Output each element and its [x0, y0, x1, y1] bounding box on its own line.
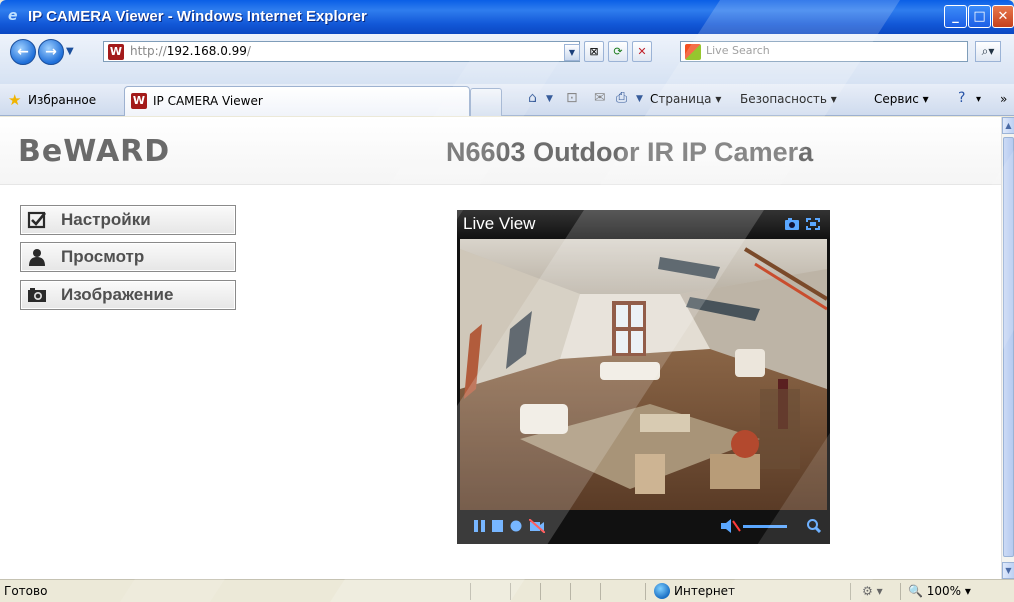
- player-title: Live View: [463, 214, 536, 233]
- minimize-button[interactable]: _: [944, 5, 967, 28]
- record-icon[interactable]: [510, 520, 522, 532]
- camera-title: N6603 Outdoor IR IP Camera: [446, 137, 814, 167]
- help-dropdown-icon[interactable]: ▾: [976, 94, 981, 105]
- new-tab-button[interactable]: [470, 88, 502, 116]
- scroll-thumb[interactable]: [1003, 137, 1014, 557]
- view-button[interactable]: Просмотр: [20, 242, 236, 272]
- status-divider: [645, 583, 646, 600]
- zone-label: Интернет: [674, 584, 736, 598]
- checkbox-icon: [27, 211, 47, 229]
- page-menu[interactable]: Страница ▾: [650, 92, 721, 106]
- status-divider: [540, 583, 541, 600]
- internet-zone-icon: [654, 583, 670, 599]
- zoom-control[interactable]: 🔍 100% ▾: [908, 584, 971, 598]
- back-button[interactable]: ←: [10, 39, 36, 65]
- help-icon[interactable]: ?: [958, 90, 965, 106]
- favorites-button[interactable]: Избранное: [28, 93, 96, 107]
- safety-menu[interactable]: Безопасность ▾: [740, 92, 837, 106]
- status-divider: [510, 583, 511, 600]
- address-input[interactable]: W http://192.168.0.99/: [103, 41, 580, 62]
- scroll-up-icon[interactable]: ▲: [1002, 117, 1014, 134]
- scroll-down-icon[interactable]: ▼: [1002, 562, 1014, 579]
- tab-row: ★ Избранное W IP CAMERA Viewer ⌂ ▼ ⊡ ✉ ⎙…: [0, 84, 1014, 116]
- page-header: BeWARD N6603 Outdoor IR IP Camera: [0, 117, 1001, 185]
- browser-window: e IP CAMERA Viewer - Windows Internet Ex…: [0, 0, 1014, 602]
- tools-menu[interactable]: Сервис ▾: [874, 92, 929, 106]
- forward-button[interactable]: →: [38, 39, 64, 65]
- image-button[interactable]: Изображение: [20, 280, 236, 310]
- image-label: Изображение: [61, 285, 174, 304]
- stop-icon[interactable]: [492, 520, 503, 532]
- fullscreen-icon[interactable]: [806, 218, 820, 230]
- zoom-icon[interactable]: [807, 519, 821, 533]
- view-label: Просмотр: [61, 247, 145, 266]
- page-content: BeWARD N6603 Outdoor IR IP Camera Настро…: [0, 117, 1001, 579]
- feeds-icon[interactable]: ⊡: [566, 90, 578, 106]
- refresh-button[interactable]: ⟳: [608, 41, 628, 62]
- mute-video-icon[interactable]: [529, 519, 545, 533]
- address-dropdown-button[interactable]: ▼: [564, 44, 580, 61]
- vertical-scrollbar[interactable]: ▲ ▼: [1001, 117, 1014, 579]
- search-input[interactable]: Live Search: [680, 41, 968, 62]
- site-favicon-icon: W: [108, 44, 124, 60]
- person-icon: [29, 249, 45, 266]
- address-row: ← → ▼ W http://192.168.0.99/ ▼ ⊠ ⟳ ✕ Liv…: [0, 34, 1014, 84]
- pause-icon[interactable]: [474, 520, 485, 532]
- video-frame-image: [460, 239, 827, 510]
- window-title: IP CAMERA Viewer - Windows Internet Expl…: [28, 8, 367, 25]
- live-search-icon: [685, 44, 701, 60]
- protected-mode-icon[interactable]: ⚙ ▾: [862, 584, 883, 598]
- status-divider: [900, 583, 901, 600]
- home-icon[interactable]: ⌂: [528, 90, 537, 106]
- volume-icon[interactable]: [721, 519, 741, 533]
- ie-icon: e: [8, 8, 18, 24]
- status-divider: [600, 583, 601, 600]
- tab-favicon-icon: W: [131, 93, 147, 109]
- settings-button[interactable]: Настройки: [20, 205, 236, 235]
- camera-icon: [28, 288, 46, 302]
- status-divider: [470, 583, 471, 600]
- address-text: http://192.168.0.99/: [130, 44, 251, 58]
- status-text: Готово: [4, 584, 48, 598]
- snapshot-icon[interactable]: [785, 218, 799, 230]
- search-placeholder: Live Search: [706, 44, 770, 57]
- status-divider: [570, 583, 571, 600]
- print-dropdown-icon[interactable]: ▼: [636, 94, 643, 104]
- title-bar[interactable]: e IP CAMERA Viewer - Windows Internet Ex…: [0, 0, 1014, 34]
- settings-label: Настройки: [61, 210, 151, 229]
- toolbar-overflow-icon[interactable]: »: [1000, 92, 1007, 106]
- compatibility-view-button[interactable]: ⊠: [584, 41, 604, 62]
- close-button[interactable]: ✕: [992, 5, 1014, 28]
- camera-video-feed: [460, 239, 827, 510]
- print-icon[interactable]: ⎙: [616, 90, 627, 106]
- tab-ip-camera-viewer[interactable]: W IP CAMERA Viewer: [124, 86, 470, 116]
- mail-icon[interactable]: ✉: [594, 90, 606, 106]
- favorites-star-icon[interactable]: ★: [8, 91, 21, 109]
- history-dropdown-icon[interactable]: ▼: [66, 46, 74, 57]
- maximize-button[interactable]: □: [968, 5, 991, 28]
- status-bar: Готово Интернет ⚙ ▾ 🔍 100% ▾: [0, 579, 1014, 602]
- tab-label: IP CAMERA Viewer: [153, 94, 263, 108]
- search-button[interactable]: ⌕▾: [975, 41, 1001, 62]
- status-divider: [850, 583, 851, 600]
- home-dropdown-icon[interactable]: ▼: [546, 94, 553, 104]
- player-controls: [457, 510, 830, 544]
- stop-button[interactable]: ✕: [632, 41, 652, 62]
- live-view-player: Live View: [457, 210, 830, 544]
- beward-logo: BeWARD: [18, 134, 171, 169]
- volume-slider[interactable]: [743, 525, 787, 528]
- player-header: Live View: [457, 210, 830, 239]
